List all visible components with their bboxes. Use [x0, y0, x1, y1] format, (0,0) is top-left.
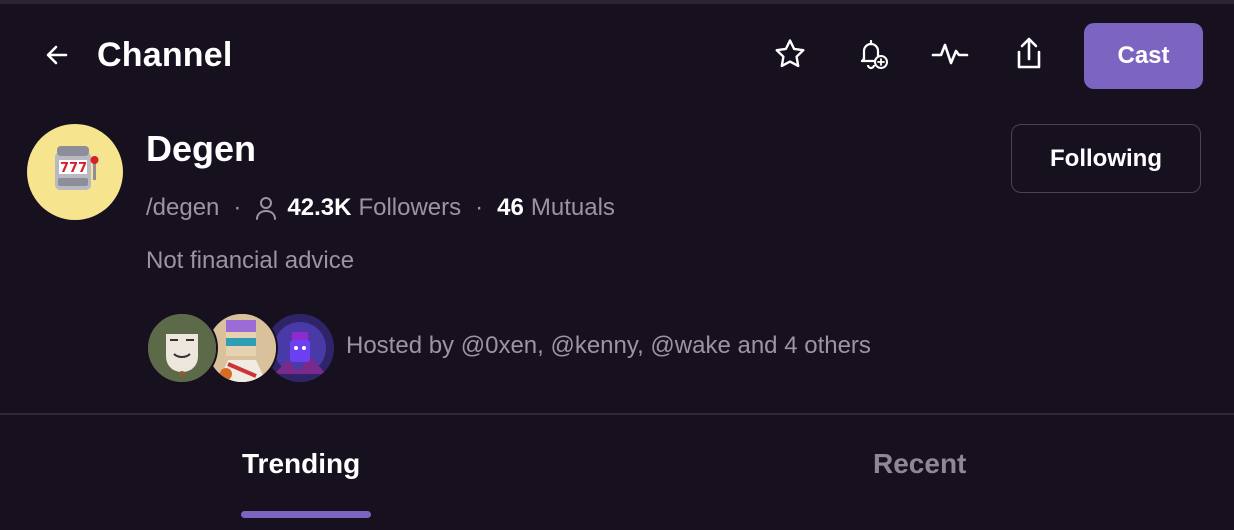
arrow-left-icon — [44, 42, 70, 73]
mutuals-link[interactable]: 46 Mutuals — [497, 194, 615, 222]
slot-machine-icon: 777 — [47, 142, 103, 203]
page-title: Channel — [97, 36, 233, 74]
host-avatar[interactable] — [146, 312, 218, 384]
cast-button[interactable]: Cast — [1084, 23, 1203, 89]
mutuals-count: 46 — [497, 194, 524, 221]
channel-header: Channel Cast — [0, 4, 1234, 108]
mutuals-label: Mutuals — [530, 194, 615, 221]
channel-handle[interactable]: /degen — [146, 194, 219, 222]
separator-dot: · — [233, 194, 242, 221]
favorite-button[interactable] — [770, 36, 810, 76]
star-icon — [773, 37, 807, 76]
followers-label: Followers — [358, 194, 462, 221]
section-divider — [0, 413, 1234, 415]
tab-trending[interactable]: Trending — [242, 448, 360, 480]
share-button[interactable] — [1009, 36, 1049, 76]
followers-link[interactable]: 42.3K Followers — [287, 194, 461, 222]
hosted-by-text[interactable]: Hosted by @0xen, @kenny, @wake and 4 oth… — [346, 332, 871, 360]
bell-plus-icon — [853, 35, 891, 78]
following-button[interactable]: Following — [1011, 124, 1201, 193]
activity-button[interactable] — [930, 36, 970, 76]
svg-text:777: 777 — [60, 161, 87, 176]
separator-dot: · — [475, 194, 484, 221]
user-icon — [255, 196, 277, 220]
channel-avatar: 777 — [27, 124, 123, 220]
channel-meta: /degen · 42.3K Followers · 46 Mutuals — [146, 194, 615, 222]
channel-description: Not financial advice — [146, 247, 355, 274]
back-button[interactable] — [40, 40, 74, 74]
activity-icon — [931, 39, 969, 74]
active-tab-indicator — [241, 511, 371, 518]
channel-name: Degen — [146, 128, 257, 169]
followers-count: 42.3K — [287, 194, 352, 221]
share-icon — [1013, 36, 1045, 77]
tab-recent[interactable]: Recent — [873, 448, 966, 480]
notifications-button[interactable] — [852, 36, 892, 76]
